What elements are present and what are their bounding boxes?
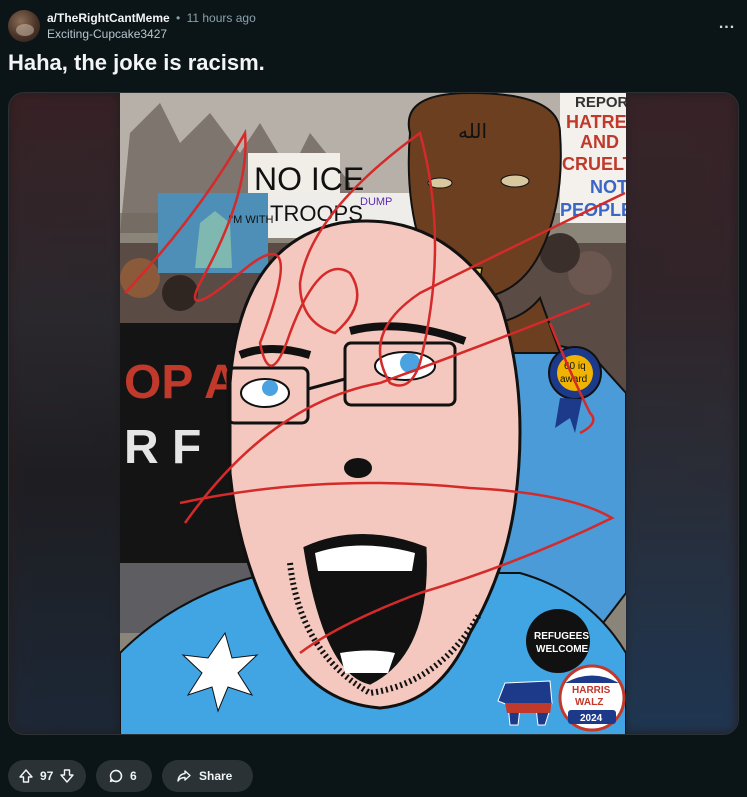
meta-separator: •: [176, 11, 181, 25]
campaign-year: 2024: [580, 713, 603, 724]
sign-people: PEOPLE: [560, 200, 626, 220]
comment-count: 6: [130, 769, 137, 783]
refugees-line2: WELCOME: [536, 644, 589, 655]
vote-pill: 97: [8, 760, 86, 792]
forehead-text: الله: [458, 119, 487, 143]
sign-dump: DUMP: [360, 196, 392, 208]
more-options-icon: ...: [718, 15, 736, 32]
meme-image: OP A R F NO ICE TROOPS DUMP I'M WITH REP…: [120, 93, 626, 734]
refugees-line1: REFUGEES: [534, 631, 589, 642]
post-title[interactable]: Haha, the joke is racism.: [8, 50, 265, 76]
campaign-line1: HARRIS: [572, 685, 611, 696]
share-label: Share: [199, 769, 233, 783]
upvote-icon[interactable]: [18, 768, 34, 784]
post-meta: a/TheRightCantMeme • 11 hours ago Exciti…: [47, 11, 256, 42]
sign-cruelty: CRUELTY: [562, 154, 626, 174]
more-options-button[interactable]: ...: [715, 14, 739, 38]
subreddit-avatar[interactable]: [8, 10, 40, 42]
subreddit-link[interactable]: a/TheRightCantMeme: [47, 11, 170, 25]
campaign-line2: WALZ: [575, 697, 603, 708]
comment-icon: [108, 768, 124, 784]
downvote-icon[interactable]: [59, 768, 75, 784]
share-button[interactable]: Share: [162, 760, 253, 792]
vote-count: 97: [40, 769, 54, 783]
sign-report: REPORT: [575, 94, 626, 111]
sign-noice: NO ICE: [254, 161, 364, 197]
banner-text-top: OP A: [124, 356, 239, 409]
share-icon: [176, 768, 192, 784]
sign-hatred: HATRED: [566, 112, 626, 132]
banner-text-bottom: R F: [124, 421, 201, 474]
sign-im-with: I'M WITH: [228, 214, 274, 226]
post-header: a/TheRightCantMeme • 11 hours ago Exciti…: [8, 10, 739, 44]
post-media[interactable]: OP A R F NO ICE TROOPS DUMP I'M WITH REP…: [8, 92, 739, 735]
media-blur-left: [9, 93, 121, 734]
post-timestamp: 11 hours ago: [186, 11, 256, 25]
author-link[interactable]: Exciting-Cupcake3427: [47, 27, 256, 42]
sign-and: AND: [580, 132, 619, 152]
comments-button[interactable]: 6: [96, 760, 152, 792]
reddit-post: a/TheRightCantMeme • 11 hours ago Exciti…: [0, 0, 747, 797]
media-blur-right: [623, 93, 738, 734]
